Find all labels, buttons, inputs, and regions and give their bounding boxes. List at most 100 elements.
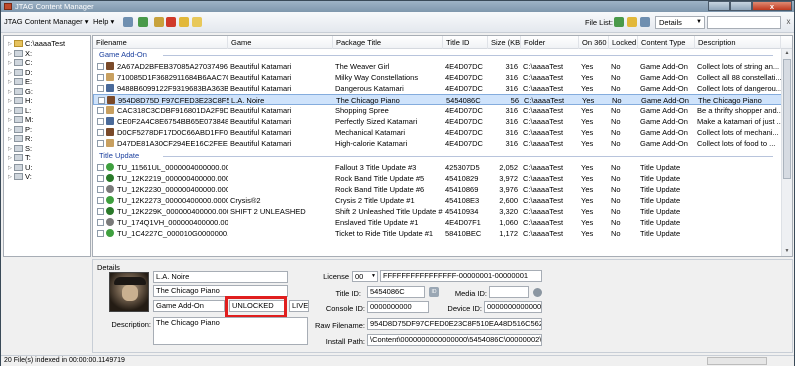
row-checkbox[interactable] [97,164,104,171]
tree-item[interactable]: ▷ V: [8,172,32,182]
table-row[interactable]: TU_174Q1VH_000000400000.00000... Enslaved… [93,217,792,228]
group-header[interactable]: Game Add-On [93,50,792,60]
description-field[interactable]: The Chicago Piano [153,317,308,345]
clear-search-icon[interactable]: x [784,17,793,27]
check-icon[interactable] [154,17,164,27]
column-header[interactable]: Size (KB) [488,36,521,49]
cell-locked: No [611,185,621,194]
license-select[interactable]: 00 ▼ [352,271,378,282]
maximize-button[interactable] [730,1,752,11]
table-row[interactable]: TU_12K2273_00000400000.000000...Crysis®2… [93,195,792,206]
row-checkbox[interactable] [97,85,104,92]
scroll-up-icon[interactable]: ▲ [782,49,792,58]
table-row[interactable]: 2A67AD2BFEB37085A27037496... Beautiful Ka… [93,61,792,72]
tree-item[interactable]: ▷ L: [8,106,31,116]
tree-item[interactable]: ▷ E: [8,77,32,87]
row-checkbox[interactable] [97,118,104,125]
column-header[interactable]: On 360 [579,36,609,49]
title-id-badge-icon[interactable]: ID [429,287,439,297]
row-checkbox[interactable] [97,175,104,182]
title-id-field[interactable]: 5454086C [367,286,425,298]
media-id-lookup-icon[interactable] [533,288,542,297]
tree-item-label: H: [25,96,33,105]
help-menu[interactable]: Help ▾ [93,17,114,26]
unlock-icon[interactable] [192,17,202,27]
cell-desc [695,217,781,228]
cell-desc: Collect lots of dangerou... [697,84,781,93]
tree-item[interactable]: ▷ U: [8,163,33,173]
game-name-field[interactable]: L.A. Noire [153,271,288,283]
row-checkbox[interactable] [97,186,104,193]
table-row[interactable]: CAC318C3CDBF916801DA2F9D32...Beautiful K… [93,105,792,116]
column-header[interactable]: Content Type [638,36,695,49]
row-checkbox[interactable] [98,97,105,104]
tree-item[interactable]: ▷ T: [8,153,31,163]
tree-item[interactable]: ▷ G: [8,87,33,97]
table-row[interactable]: 710085D1F3682911684B6AAC7CA...Beautiful … [93,72,792,83]
view-mode-select[interactable]: Details ▼ [655,16,705,29]
content-type-field[interactable]: Game Add-On [153,300,225,312]
row-checkbox[interactable] [97,129,104,136]
column-header[interactable]: Description [695,36,781,49]
search-input[interactable] [707,16,781,29]
table-row[interactable]: D0CF5278DF17D0C66ABD1FF072...Beautiful K… [93,127,792,138]
cell-title-id: 45410934 [445,207,479,216]
column-header[interactable]: Title ID [443,36,488,49]
tree-item[interactable]: ▷ H: [8,96,33,106]
table-row[interactable]: TU_1C4227C_000010G0000000.000... Ticket t… [93,228,792,239]
content-list[interactable]: Filename Game Package Title Title ID Size (K… [92,35,793,257]
table-row[interactable]: TU_12K229K_000000400000.00000...SHIFT 2 … [93,206,792,217]
folder-tree[interactable]: ▷ C:\aaaaTest ▷ X: ▷ C: ▷ D: ▷ E: ▷ G: ▷ H: ▷ L: ▷ M: ▷ P: ▷… [3,35,91,257]
scroll-down-icon[interactable]: ▼ [782,247,792,256]
column-header[interactable]: Filename [93,36,228,49]
row-checkbox[interactable] [97,140,104,147]
table-row[interactable]: TU_12K2230_000000400000.00000... Rock Ban… [93,184,792,195]
lock-icon[interactable] [179,17,189,27]
tree-item[interactable]: ▷ R: [8,134,33,144]
row-checkbox[interactable] [97,208,104,215]
tree-item[interactable]: ▷ P: [8,125,32,135]
open-folder-icon[interactable] [627,17,637,27]
delete-icon[interactable] [166,17,176,27]
close-button[interactable]: x [752,1,792,11]
add-folder-icon[interactable] [614,17,624,27]
media-id-field[interactable] [489,286,529,298]
table-row[interactable]: 9488B6099122F9319683BA363B6C...Beautiful… [93,83,792,94]
tree-item[interactable]: ▷ X: [8,49,32,59]
table-row[interactable]: D47DE81A30CF294EE16C2FEE685...Beautiful … [93,138,792,149]
tree-item[interactable]: ▷ C: [8,58,33,68]
table-row[interactable]: 954D8D75D F97CFED3E23C8F510E...L.A. Noir… [93,94,792,105]
column-header[interactable]: Package Title [333,36,443,49]
column-header[interactable]: Folder [521,36,579,49]
cell-game [228,173,333,184]
install-path-field[interactable]: \Content\0000000000000000\5454086C\00000… [367,334,542,346]
row-checkbox[interactable] [97,219,104,226]
license-field[interactable]: FFFFFFFFFFFFFFFF-00000001-00000001 [380,270,542,282]
row-checkbox[interactable] [97,107,104,114]
table-row[interactable]: TU_11561UL_0000004000000.0000... Fallout … [93,162,792,173]
row-checkbox[interactable] [97,197,104,204]
tree-item[interactable]: ▷ D: [8,68,33,78]
tree-item[interactable]: ▷ M: [8,115,33,125]
scan-icon[interactable] [640,17,650,27]
app-menu[interactable]: JTAG Content Manager ▾ [4,17,89,26]
console-id-field[interactable]: 0000000000 [367,301,429,313]
tree-item[interactable]: ▷ C:\aaaaTest [8,39,65,49]
refresh-icon[interactable] [123,17,133,27]
tree-item[interactable]: ▷ S: [8,144,32,154]
row-checkbox[interactable] [97,74,104,81]
column-header[interactable]: Locked [609,36,638,49]
table-row[interactable]: TU_12K2219_000000400000.00000... Rock Ban… [93,173,792,184]
column-header[interactable]: Game [228,36,333,49]
minimize-button[interactable] [708,1,730,11]
row-checkbox[interactable] [97,63,104,70]
save-icon[interactable] [138,17,148,27]
row-checkbox[interactable] [97,230,104,237]
raw-filename-field[interactable]: 954D8D75DF97CFED0E23C8F510EA48D516C56215… [367,318,542,330]
scroll-thumb[interactable] [783,59,791,179]
vertical-scrollbar[interactable]: ▲ ▼ [781,49,792,256]
table-row[interactable]: CE0F2A4C8E6754BB65E0738488E6...Beautiful… [93,116,792,127]
group-header[interactable]: Title Update [93,151,792,161]
device-id-field[interactable]: 0000000000000000 [484,301,542,313]
file-list-label: File List: [585,18,613,27]
